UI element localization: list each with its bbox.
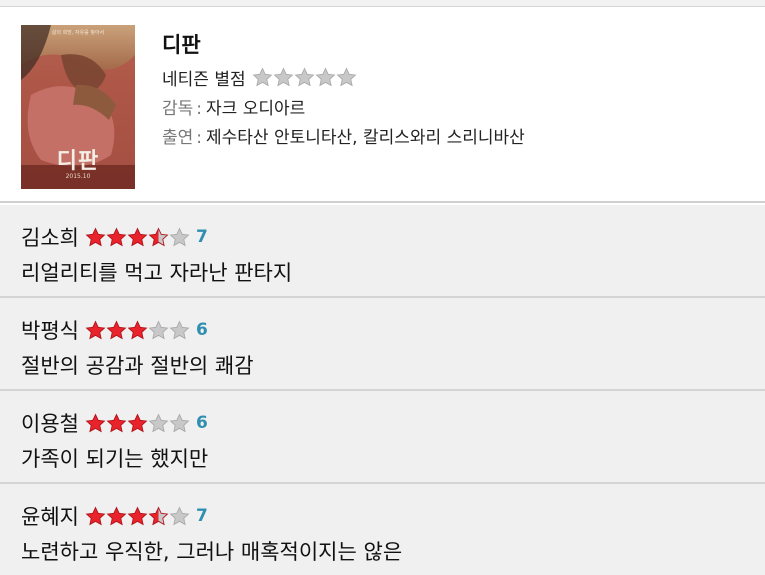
star-icon — [336, 67, 357, 88]
star-icon — [127, 320, 148, 341]
star-icon — [127, 506, 148, 527]
netizen-rating-label: 네티즌 별점 — [162, 69, 246, 90]
poster-date: 2015.10 — [65, 173, 91, 180]
director-row: 감독: 자크 오디아르 — [162, 94, 305, 119]
star-icon — [106, 413, 127, 434]
top-divider — [0, 0, 765, 7]
critic-score: 7 — [195, 506, 208, 526]
critic-rating-stars — [85, 506, 190, 527]
critic-review[interactable]: 김소희 7 리얼리티를 먹고 자라난 판타지 — [0, 205, 765, 298]
critic-name: 윤혜지 — [21, 505, 79, 529]
star-icon — [85, 227, 106, 248]
star-icon — [127, 227, 148, 248]
critic-score: 7 — [195, 227, 208, 247]
poster-title: 디판 — [56, 149, 100, 174]
critic-header: 윤혜지 7 — [21, 502, 208, 530]
star-icon — [294, 67, 315, 88]
critic-review[interactable]: 박평식 6 절반의 공감과 절반의 쾌감 — [0, 298, 765, 391]
netizen-rating: 네티즌 별점 — [162, 66, 357, 90]
critic-score: 6 — [195, 413, 208, 433]
director-name[interactable]: 자크 오디아르 — [206, 99, 305, 119]
star-icon — [148, 320, 169, 341]
cast-separator: : — [196, 128, 203, 148]
star-icon — [273, 67, 294, 88]
critic-name: 이용철 — [21, 412, 79, 436]
star-icon — [315, 67, 336, 88]
critic-rating-stars — [85, 413, 190, 434]
critic-name: 박평식 — [21, 319, 79, 343]
star-icon — [85, 413, 106, 434]
star-icon — [106, 227, 127, 248]
netizen-rating-stars — [252, 67, 357, 88]
star-icon — [148, 413, 169, 434]
star-icon — [85, 506, 106, 527]
critic-comment: 리얼리티를 먹고 자라난 판타지 — [21, 261, 293, 285]
star-icon — [148, 506, 169, 527]
poster-tagline: 삶의 희망, 자유를 찾아서 — [51, 30, 105, 36]
star-icon — [169, 320, 190, 341]
critic-score: 6 — [195, 320, 208, 340]
critic-header: 박평식 6 — [21, 316, 208, 344]
star-icon — [169, 227, 190, 248]
movie-poster[interactable]: 삶의 희망, 자유를 찾아서 디판 2015.10 — [21, 25, 135, 189]
critic-review[interactable]: 이용철 6 가족이 되기는 했지만 — [0, 391, 765, 484]
critic-comment: 가족이 되기는 했지만 — [21, 447, 209, 471]
star-icon — [85, 320, 106, 341]
critic-header: 김소희 7 — [21, 223, 208, 251]
critic-rating-stars — [85, 227, 190, 248]
critic-comment: 절반의 공감과 절반의 쾌감 — [21, 354, 254, 378]
star-icon — [252, 67, 273, 88]
critic-review[interactable]: 윤혜지 7 노련하고 우직한, 그러나 매혹적이지는 않은 — [0, 484, 765, 575]
star-icon — [106, 506, 127, 527]
director-label: 감독 — [162, 99, 194, 119]
movie-title[interactable]: 디판 — [162, 29, 201, 59]
star-icon — [106, 320, 127, 341]
cast-label: 출연 — [162, 128, 194, 148]
cast-names[interactable]: 제수타산 안토니타산, 칼리스와리 스리니바산 — [206, 128, 525, 148]
star-icon — [148, 227, 169, 248]
star-icon — [169, 506, 190, 527]
director-separator: : — [196, 99, 203, 119]
movie-info-card[interactable]: 삶의 희망, 자유를 찾아서 디판 2015.10 디판 네티즌 별점 감독: 자… — [0, 7, 765, 203]
cast-row: 출연: 제수타산 안토니타산, 칼리스와리 스리니바산 — [162, 123, 525, 148]
critic-name: 김소희 — [21, 226, 79, 250]
critic-header: 이용철 6 — [21, 409, 208, 437]
star-icon — [127, 413, 148, 434]
critic-comment: 노련하고 우직한, 그러나 매혹적이지는 않은 — [21, 540, 403, 564]
critic-rating-stars — [85, 320, 190, 341]
star-icon — [169, 413, 190, 434]
